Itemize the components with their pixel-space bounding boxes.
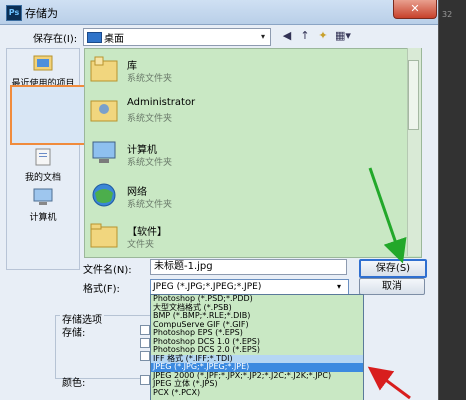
file-type: 系统文件夹 [127,200,173,210]
title-bar: Ps 存储为 ✕ [0,0,438,25]
close-button[interactable]: ✕ [393,0,437,19]
list-item[interactable]: 网络 系统文件夹 [89,179,389,215]
places-bar: 最近使用的项目 桌面 我的文档 计算机 [6,48,80,270]
dialog-title: 存储为 [25,7,58,20]
back-icon[interactable]: ◀ [280,29,294,43]
color-label: 颜色: [62,378,86,389]
library-icon [90,56,118,82]
format-dropdown-list[interactable]: Photoshop (*.PSD;*.PDD) 大型文档格式 (*.PSB) BMP… [150,294,364,400]
save-button[interactable]: 保存(S) [359,259,427,278]
chevron-down-icon: ▾ [260,32,265,41]
place-recent[interactable]: 最近使用的项目 [7,53,79,89]
desktop-icon [87,32,102,43]
file-type: 系统文件夹 [127,114,173,124]
list-item[interactable]: 计算机 系统文件夹 [89,137,389,173]
format-label: 格式(F): [83,284,120,295]
file-name: Administrator [127,97,196,108]
photoshop-icon: Ps [6,5,22,21]
computer-icon [33,188,53,205]
storage-checkbox[interactable] [140,325,150,335]
filename-input[interactable]: 未标题-1.jpg [150,259,347,275]
recent-items-icon [33,55,53,71]
file-type: 系统文件夹 [127,74,173,84]
file-list[interactable]: 库 系统文件夹 Administrator 系统文件夹 计算机 系统文件夹 网络… [84,48,422,258]
place-label: 我的文档 [24,173,61,183]
up-folder-icon[interactable]: ↑ [298,29,312,43]
folder-icon [90,223,118,248]
file-type: 文件夹 [127,240,155,250]
scrollbar-thumb[interactable] [408,60,419,130]
chevron-down-icon: ▾ [336,282,341,291]
save-in-label: 保存在(I): [33,34,78,45]
file-type: 系统文件夹 [127,158,173,168]
file-name: 网络 [127,187,147,198]
list-item[interactable]: 库 系统文件夹 [89,53,389,89]
color-checkbox[interactable] [140,375,150,385]
list-item[interactable]: Administrator 系统文件夹 [89,93,389,129]
user-folder-icon [90,100,118,122]
filename-label: 文件名(N): [83,265,132,276]
computer-icon [92,141,116,163]
new-folder-icon[interactable]: ✦ [316,29,330,43]
network-icon [92,183,116,207]
file-name: 【软件】 [127,227,167,238]
format-dropdown[interactable]: JPEG (*.JPG;*.JPEG;*.JPE) [150,279,349,295]
save-as-dialog: Ps 存储为 ✕ 保存在(I): 桌面 ▾ ◀ ↑ ✦ ▦▾ 最近使用的项目 桌… [0,0,439,400]
list-item[interactable]: 【软件】 文件夹 [89,219,389,255]
place-documents[interactable]: 我的文档 [7,147,79,183]
format-option[interactable]: PCX (*.PCX) [151,388,363,398]
save-in-value: 桌面 [104,34,124,45]
storage-checkbox[interactable] [140,351,150,361]
cancel-button[interactable]: 取消 [359,278,425,295]
desktop-highlight-box [10,85,89,145]
place-label: 计算机 [29,213,57,223]
save-in-dropdown[interactable]: 桌面 ▾ [83,28,271,46]
storage-checkbox[interactable] [140,338,150,348]
ruler-number: 32 [442,10,453,19]
photoshop-background [439,0,466,400]
file-name: 计算机 [127,145,157,156]
storage-label: 存储: [62,328,86,339]
view-menu-icon[interactable]: ▦▾ [333,29,353,43]
place-computer[interactable]: 计算机 [7,187,79,223]
documents-icon [35,148,51,166]
file-name: 库 [127,61,137,72]
